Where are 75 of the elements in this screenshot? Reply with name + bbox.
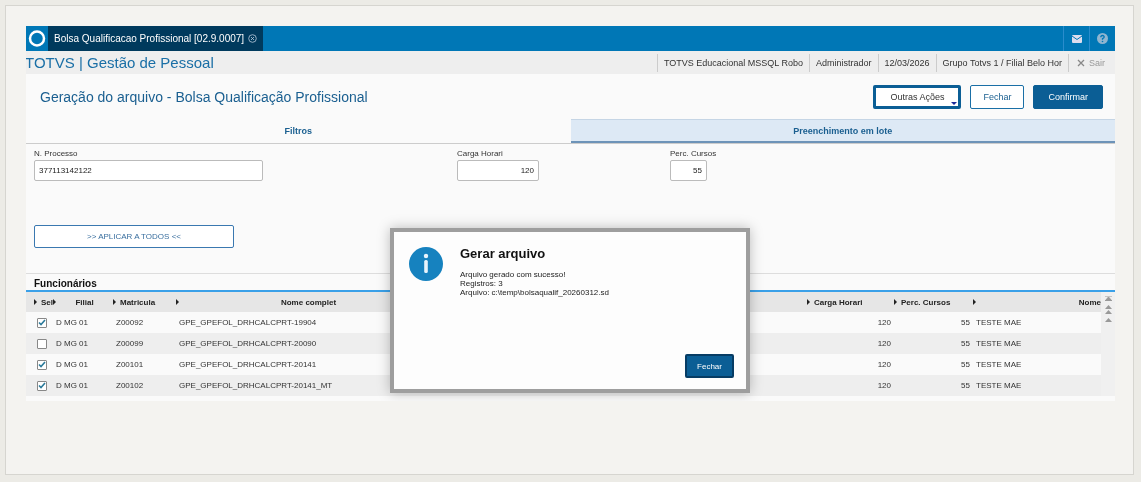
header-info: 12/03/2026 xyxy=(877,53,936,72)
check-icon xyxy=(38,382,46,389)
table-cell: GPE_GPEFOL_DRHCALCPRT-19904 xyxy=(179,318,317,327)
caret-icon xyxy=(951,101,958,105)
scroll-page-up-icon[interactable] xyxy=(1104,305,1112,314)
table-cell: 120 xyxy=(877,318,891,327)
check-icon xyxy=(38,361,46,368)
table-cell: TESTE MAE xyxy=(976,318,1022,327)
dialog-message: Registros: 3 xyxy=(460,279,504,288)
sort-arrow-icon[interactable] xyxy=(973,299,976,305)
table-cell: 55 xyxy=(961,339,970,348)
table-cell: GPE_GPEFOL_DRHCALCPRT-20090 xyxy=(179,339,317,348)
table-cell: TESTE MAE xyxy=(976,339,1022,348)
table-cell: D MG 01 xyxy=(56,360,88,369)
field-label: Perc. Cursos xyxy=(670,149,717,158)
column-header[interactable]: Filial xyxy=(75,297,94,307)
action-button[interactable]: Confirmar xyxy=(1033,84,1103,109)
column-header[interactable]: Nome complet xyxy=(280,297,337,307)
input-field[interactable]: 120 xyxy=(457,160,539,181)
scroll-top-icon[interactable] xyxy=(1104,296,1112,301)
mail-icon[interactable] xyxy=(1071,34,1082,43)
info-icon xyxy=(408,246,444,282)
action-button[interactable]: Fechar xyxy=(970,84,1025,109)
sort-arrow-icon[interactable] xyxy=(34,299,37,305)
close-icon[interactable] xyxy=(248,34,258,43)
table-cell: Z00101 xyxy=(116,360,144,369)
column-header[interactable]: Carga Horari xyxy=(814,297,863,307)
sort-arrow-icon[interactable] xyxy=(113,299,116,305)
table-cell: GPE_GPEFOL_DRHCALCPRT-20141 xyxy=(179,360,317,369)
column-header[interactable]: Perc. Cursos xyxy=(901,297,951,307)
row-checkbox[interactable] xyxy=(37,359,47,370)
column-header[interactable]: Nome xyxy=(1078,297,1101,307)
tab[interactable]: Filtros xyxy=(26,119,571,143)
table-cell: D MG 01 xyxy=(56,339,88,348)
sort-arrow-icon[interactable] xyxy=(894,299,897,305)
row-checkbox[interactable] xyxy=(37,317,47,328)
sort-arrow-icon[interactable] xyxy=(53,299,56,305)
header-info: Administrador xyxy=(809,53,878,72)
apply-button[interactable]: >> APLICAR A TODOS << xyxy=(34,225,234,248)
table-cell: Z00099 xyxy=(116,339,144,348)
close-icon xyxy=(1077,58,1085,67)
scroll-up-icon[interactable] xyxy=(1104,318,1112,322)
table-cell: Z00102 xyxy=(116,381,144,390)
close-button[interactable]: Fechar xyxy=(685,354,734,378)
actions-menu-button[interactable]: Outras Ações xyxy=(873,84,962,109)
product-title: TOTVS | Gestão de Pessoal xyxy=(26,54,214,71)
table-cell: 120 xyxy=(877,360,891,369)
sort-arrow-icon[interactable] xyxy=(807,299,810,305)
table-cell: Z00092 xyxy=(116,318,144,327)
table-cell: 55 xyxy=(961,360,970,369)
page-title: Geração do arquivo - Bolsa Qualificação Profissional xyxy=(40,88,369,105)
table-cell: 120 xyxy=(877,381,891,390)
table-cell: 55 xyxy=(961,318,970,327)
table-cell: TESTE MAE xyxy=(976,360,1022,369)
header-info: Grupo Totvs 1 / Filial Belo Hor xyxy=(935,53,1068,72)
field-label: Carga Horari xyxy=(457,149,504,158)
table-cell: D MG 01 xyxy=(56,381,88,390)
dialog-title: Gerar arquivo xyxy=(460,246,547,261)
tab[interactable]: Preenchimento em lote xyxy=(570,119,1115,143)
input-field[interactable]: 377113142122 xyxy=(34,160,263,181)
row-checkbox[interactable] xyxy=(37,338,47,349)
table-cell: 120 xyxy=(877,339,891,348)
app-tab[interactable]: Bolsa Qualificacao Profissional [02.9.0007] xyxy=(48,26,264,51)
table-cell: GPE_GPEFOL_DRHCALCPRT-20141_MT xyxy=(179,381,333,390)
table-cell: D MG 01 xyxy=(56,318,88,327)
column-header[interactable]: Matricula xyxy=(120,297,156,307)
sort-arrow-icon[interactable] xyxy=(176,299,179,305)
input-field[interactable]: 55 xyxy=(670,160,707,181)
table-cell: 55 xyxy=(961,381,970,390)
table-cell: TESTE MAE xyxy=(976,381,1022,390)
column-header[interactable]: Sel xyxy=(41,297,53,307)
header-info: TOTVS Educacional MSSQL Robo xyxy=(656,53,809,72)
check-icon xyxy=(38,319,46,326)
row-checkbox[interactable] xyxy=(37,380,47,391)
field-label: N. Processo xyxy=(34,149,79,158)
